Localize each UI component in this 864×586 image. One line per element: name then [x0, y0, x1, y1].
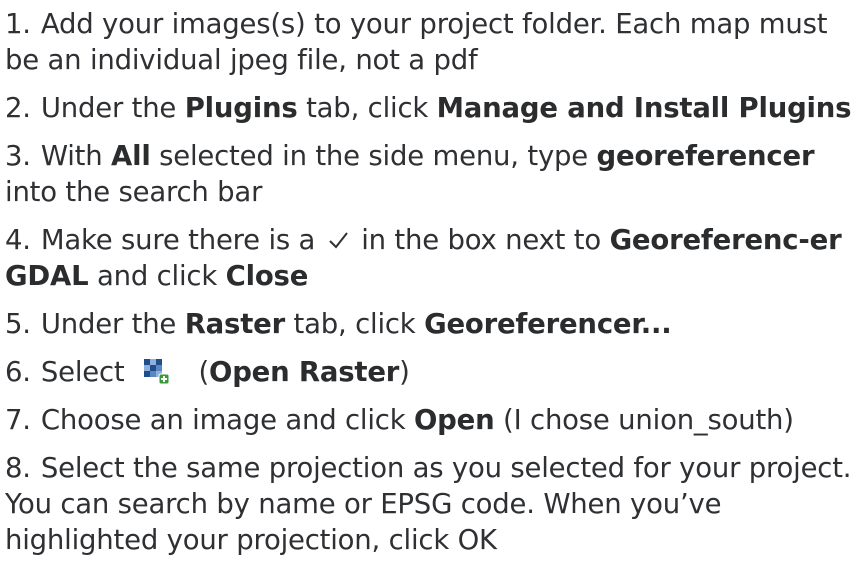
step-text: (	[198, 356, 210, 388]
step-text: Under the	[40, 308, 185, 340]
georeferencer-search-term: georeferencer	[596, 140, 815, 172]
step-number: 4.	[5, 224, 31, 256]
close-label: Close	[225, 260, 309, 292]
step-text: )	[399, 356, 410, 388]
step-text: (I chose union_south)	[494, 404, 794, 436]
step-number: 6.	[5, 356, 31, 388]
step-number: 7.	[5, 404, 31, 436]
step-text: selected in the side menu, type	[150, 140, 597, 172]
step-7: 7. Choose an image and click Open (I chos…	[5, 402, 860, 438]
step-5: 5. Under the Raster tab, click Georeferen…	[5, 306, 860, 342]
step-text: tab, click	[297, 92, 437, 124]
step-text: Make sure there is a	[40, 224, 316, 256]
step-text: Select the same projection as you select…	[5, 452, 852, 556]
step-number: 2.	[5, 92, 31, 124]
step-number: 5.	[5, 308, 31, 340]
instructions: 1. Add your images(s) to your project fol…	[0, 0, 864, 558]
open-label: Open	[414, 404, 495, 436]
step-3: 3. With All selected in the side menu, ty…	[5, 138, 860, 210]
all-label: All	[111, 140, 151, 172]
step-text: Select	[40, 356, 125, 388]
step-number: 8.	[5, 452, 31, 484]
step-text: in the box next to	[361, 224, 610, 256]
step-4: 4. Make sure there is a in the box next to…	[5, 222, 860, 294]
step-6: 6. Select (Open Raster)	[5, 354, 860, 390]
step-text: and click	[88, 260, 226, 292]
open-raster-icon	[144, 359, 170, 385]
georeferencer-menu-label: Georeferencer...	[424, 308, 672, 340]
step-8: 8. Select the same projection as you sele…	[5, 450, 860, 558]
step-2: 2. Under the Plugins tab, click Manage an…	[5, 90, 860, 126]
step-number: 3.	[5, 140, 31, 172]
manage-plugins-label: Manage and Install Plugins	[436, 92, 852, 124]
step-1: 1. Add your images(s) to your project fol…	[5, 6, 860, 78]
raster-tab-label: Raster	[184, 308, 285, 340]
checkmark-icon	[329, 232, 348, 249]
step-text: Choose an image and click	[40, 404, 414, 436]
step-number: 1.	[5, 8, 31, 40]
step-text: Under the	[40, 92, 185, 124]
open-raster-label: Open Raster	[209, 356, 400, 388]
step-text: into the search bar	[5, 176, 263, 208]
step-text: tab, click	[284, 308, 425, 340]
plugins-tab-label: Plugins	[184, 92, 298, 124]
step-text: Add your images(s) to your project folde…	[5, 8, 828, 76]
step-text: With	[40, 140, 112, 172]
